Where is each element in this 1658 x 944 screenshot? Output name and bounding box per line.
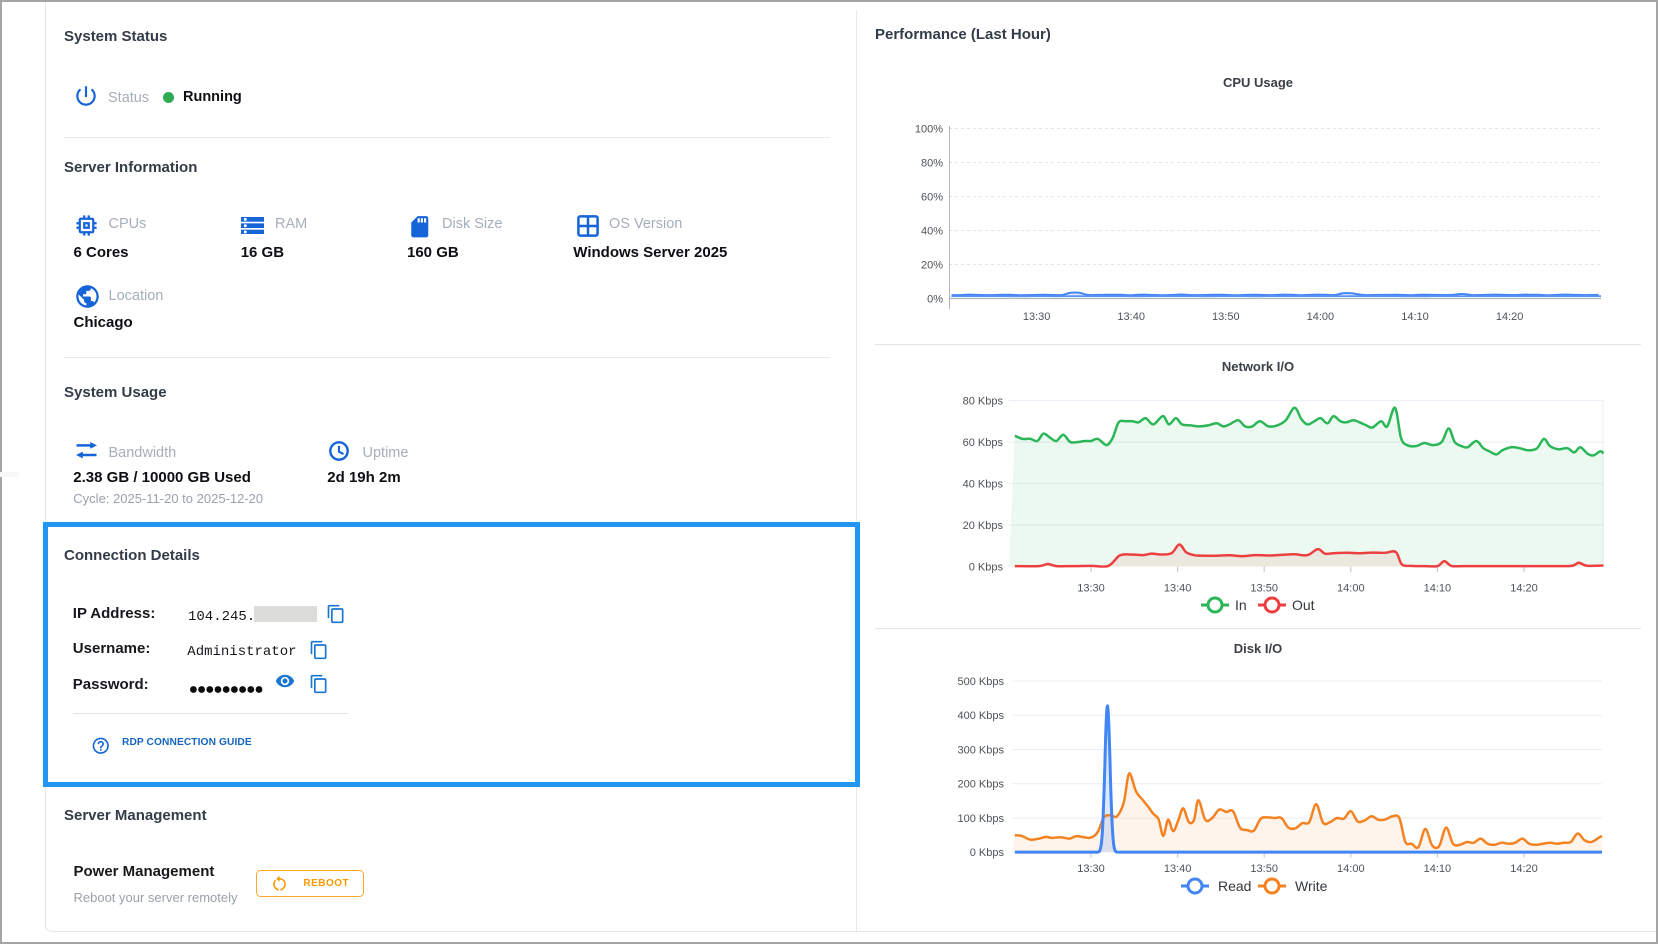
svg-text:400 Kbps: 400 Kbps (958, 710, 1005, 722)
svg-text:Write: Write (1295, 878, 1328, 894)
svg-text:Read: Read (1218, 878, 1251, 894)
svg-text:14:20: 14:20 (1510, 863, 1538, 875)
svg-text:100 Kbps: 100 Kbps (958, 813, 1005, 825)
svg-text:14:10: 14:10 (1424, 863, 1452, 875)
svg-text:500 Kbps: 500 Kbps (958, 676, 1005, 688)
svg-text:14:00: 14:00 (1337, 863, 1365, 875)
svg-text:0 Kbps: 0 Kbps (970, 847, 1005, 859)
svg-text:13:30: 13:30 (1077, 863, 1105, 875)
svg-text:13:50: 13:50 (1250, 863, 1278, 875)
svg-text:13:40: 13:40 (1164, 863, 1192, 875)
svg-text:200 Kbps: 200 Kbps (958, 779, 1005, 791)
svg-text:300 Kbps: 300 Kbps (958, 744, 1005, 756)
